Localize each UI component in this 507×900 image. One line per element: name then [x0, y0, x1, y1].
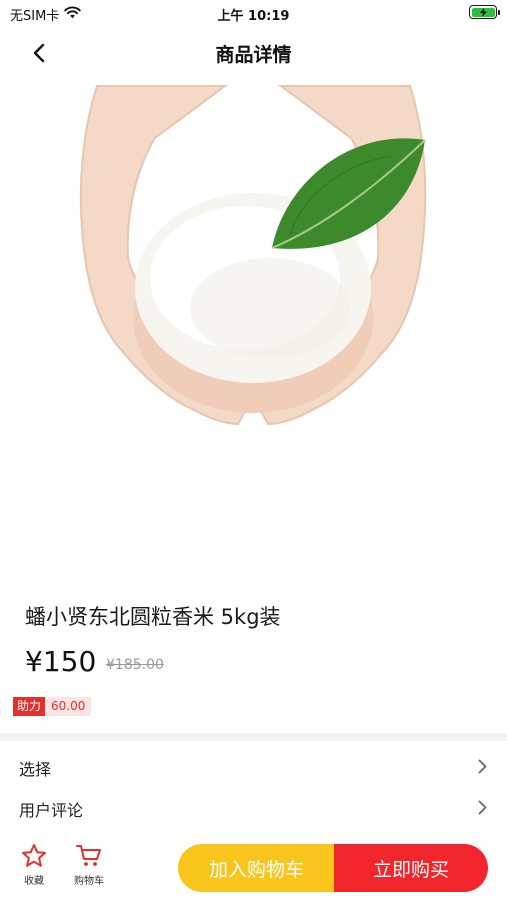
- product-price: ¥150: [25, 645, 97, 678]
- cart-label: 购物车: [74, 876, 104, 887]
- assist-value: 60.00: [45, 697, 92, 716]
- status-time: 上午 10:19: [217, 9, 290, 24]
- reviews-label: 用户评论: [19, 801, 84, 820]
- select-option-row[interactable]: 选择: [0, 747, 507, 787]
- original-price: ¥185.00: [106, 657, 164, 673]
- reviews-row[interactable]: 用户评论: [0, 788, 507, 828]
- add-to-cart-button[interactable]: 加入购物车: [178, 844, 335, 892]
- nav-bar: 商品详情: [0, 28, 507, 76]
- battery-icon: [469, 5, 500, 19]
- section-divider: [0, 733, 507, 741]
- chevron-right-icon: [478, 800, 487, 815]
- product-title: 蟠小贤东北圆粒香米 5kg装: [25, 605, 281, 629]
- cart-button[interactable]: 购物车: [64, 843, 114, 887]
- cart-icon: [76, 845, 101, 866]
- select-label: 选择: [19, 760, 52, 779]
- bottom-action-bar: 收藏 购物车 加入购物车 立即购买: [0, 835, 507, 900]
- star-icon: [22, 844, 46, 867]
- favorite-label: 收藏: [24, 876, 44, 887]
- assist-label: 助力: [13, 697, 46, 716]
- status-bar: 无SIM卡 上午 10:19: [0, 0, 507, 28]
- assist-badge: 助力 60.00: [13, 697, 92, 716]
- product-image[interactable]: [0, 78, 507, 578]
- chevron-right-icon: [478, 759, 487, 774]
- page-title: 商品详情: [215, 44, 292, 66]
- buy-now-button[interactable]: 立即购买: [334, 844, 488, 892]
- favorite-button[interactable]: 收藏: [9, 843, 59, 887]
